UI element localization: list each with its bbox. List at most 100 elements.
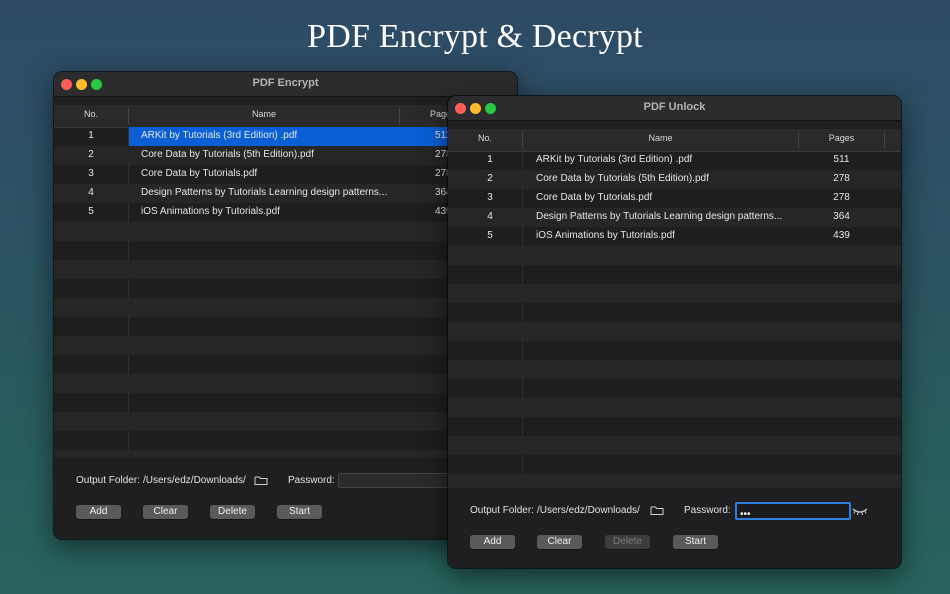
encrypt-rows: 1 ARKit by Tutorials (3rd Edition) .pdf 51…: [54, 127, 454, 458]
empty-row: [448, 417, 901, 436]
password-value: •••: [740, 509, 751, 520]
add-button[interactable]: Add: [470, 535, 515, 549]
column-header-name[interactable]: Name: [523, 133, 798, 143]
table-row[interactable]: 3 Core Data by Tutorials.pdf 278: [54, 165, 454, 184]
window-title: PDF Unlock: [643, 101, 706, 113]
empty-row: [448, 474, 901, 488]
password-label: Password:: [288, 475, 335, 486]
output-folder-label: Output Folder:: [470, 505, 534, 516]
add-button[interactable]: Add: [76, 505, 121, 519]
table-header: No. Name Pages: [448, 129, 901, 152]
row-file-name: iOS Animations by Tutorials.pdf: [141, 206, 280, 217]
empty-row: [54, 431, 454, 450]
unlock-titlebar: PDF Unlock: [448, 96, 901, 121]
empty-row: [54, 279, 454, 298]
output-folder-label: Output Folder:: [76, 475, 140, 486]
empty-row: [448, 322, 901, 341]
empty-row: [54, 336, 454, 355]
row-file-name: Core Data by Tutorials (5th Edition).pdf: [536, 173, 709, 184]
column-separator: [884, 132, 885, 148]
row-number: 4: [88, 187, 94, 198]
column-header-pages[interactable]: Pages: [799, 133, 884, 143]
table-row[interactable]: 1 ARKit by Tutorials (3rd Edition) .pdf 51…: [54, 127, 454, 146]
delete-button[interactable]: Delete: [605, 535, 650, 549]
row-file-name: ARKit by Tutorials (3rd Edition) .pdf: [141, 130, 298, 141]
output-folder-path: /Users/edz/Downloads/: [537, 505, 640, 516]
empty-row: [448, 303, 901, 322]
table-row[interactable]: 3 Core Data by Tutorials.pdf 278: [448, 189, 901, 208]
password-value: [339, 479, 342, 490]
row-file-name: Core Data by Tutorials (5th Edition).pdf: [141, 149, 314, 160]
row-file-name: Design Patterns by Tutorials Learning de…: [536, 211, 783, 222]
folder-icon[interactable]: [650, 505, 664, 516]
table-row[interactable]: 5 iOS Animations by Tutorials.pdf 439: [54, 203, 454, 222]
row-file-name: iOS Animations by Tutorials.pdf: [536, 230, 675, 241]
column-header-no[interactable]: No.: [448, 133, 522, 143]
empty-row: [54, 412, 454, 431]
empty-row: [448, 265, 901, 284]
row-file-name: Core Data by Tutorials.pdf: [141, 168, 258, 179]
row-number: 2: [487, 173, 493, 184]
row-number: 3: [88, 168, 94, 179]
row-number: 1: [487, 154, 493, 165]
encrypt-titlebar: PDF Encrypt: [54, 72, 517, 97]
table-header: No. Name Pages: [54, 105, 454, 128]
empty-row: [448, 360, 901, 379]
empty-row: [448, 379, 901, 398]
folder-icon[interactable]: [254, 475, 268, 486]
table-row[interactable]: 2 Core Data by Tutorials (5th Edition).pd…: [54, 146, 454, 165]
empty-row: [54, 298, 454, 317]
row-file-name: ARKit by Tutorials (3rd Edition) .pdf: [536, 154, 693, 165]
empty-row: [54, 222, 454, 241]
unlock-file-table[interactable]: No. Name Pages 1 ARKit by Tutorials (3rd …: [448, 129, 901, 488]
empty-row: [54, 241, 454, 260]
column-header-no[interactable]: No.: [54, 109, 128, 119]
row-page-count: 511: [833, 154, 850, 165]
clear-button[interactable]: Clear: [537, 535, 582, 549]
empty-row: [448, 284, 901, 303]
row-number: 4: [487, 211, 493, 222]
column-header-pages[interactable]: Pages: [400, 109, 454, 119]
row-page-count: 278: [833, 192, 850, 203]
window-title: PDF Encrypt: [252, 77, 319, 89]
start-button[interactable]: Start: [673, 535, 718, 549]
empty-row: [54, 317, 454, 336]
page-headline: PDF Encrypt & Decrypt: [307, 18, 643, 55]
password-label: Password:: [684, 505, 731, 516]
empty-row: [448, 398, 901, 417]
row-file-name: Core Data by Tutorials.pdf: [536, 192, 653, 203]
unlock-window: PDF Unlock No. Name Pages 1 ARKit by Tuto…: [448, 96, 901, 568]
empty-row: [54, 355, 454, 374]
row-page-count: 278: [833, 173, 850, 184]
empty-row: [448, 436, 901, 455]
empty-row: [448, 455, 901, 474]
table-row[interactable]: 2 Core Data by Tutorials (5th Edition).pd…: [448, 170, 901, 189]
row-number: 1: [88, 130, 94, 141]
empty-row: [54, 374, 454, 393]
row-number: 5: [88, 206, 94, 217]
row-file-name: Design Patterns by Tutorials Learning de…: [141, 187, 388, 198]
table-row[interactable]: 1 ARKit by Tutorials (3rd Edition) .pdf 51…: [448, 151, 901, 170]
unlock-rows: 1 ARKit by Tutorials (3rd Edition) .pdf 51…: [448, 151, 901, 488]
output-folder-path: /Users/edz/Downloads/: [143, 475, 246, 486]
empty-row: [448, 246, 901, 265]
row-page-count: 364: [833, 211, 850, 222]
empty-row: [54, 450, 454, 458]
table-row[interactable]: 4 Design Patterns by Tutorials Learning d…: [54, 184, 454, 203]
delete-button[interactable]: Delete: [210, 505, 255, 519]
table-row[interactable]: 4 Design Patterns by Tutorials Learning d…: [448, 208, 901, 227]
empty-row: [54, 260, 454, 279]
encrypt-file-table[interactable]: No. Name Pages 1 ARKit by Tutorials (3rd …: [54, 105, 454, 458]
start-button[interactable]: Start: [277, 505, 322, 519]
empty-row: [54, 393, 454, 412]
row-number: 3: [487, 192, 493, 203]
clear-button[interactable]: Clear: [143, 505, 188, 519]
column-header-name[interactable]: Name: [129, 109, 399, 119]
row-number: 5: [487, 230, 493, 241]
empty-row: [448, 341, 901, 360]
table-row[interactable]: 5 iOS Animations by Tutorials.pdf 439: [448, 227, 901, 246]
row-page-count: 439: [833, 230, 850, 241]
password-field[interactable]: •••: [735, 502, 851, 520]
password-field[interactable]: [338, 473, 460, 488]
eye-slash-icon[interactable]: [852, 506, 868, 516]
